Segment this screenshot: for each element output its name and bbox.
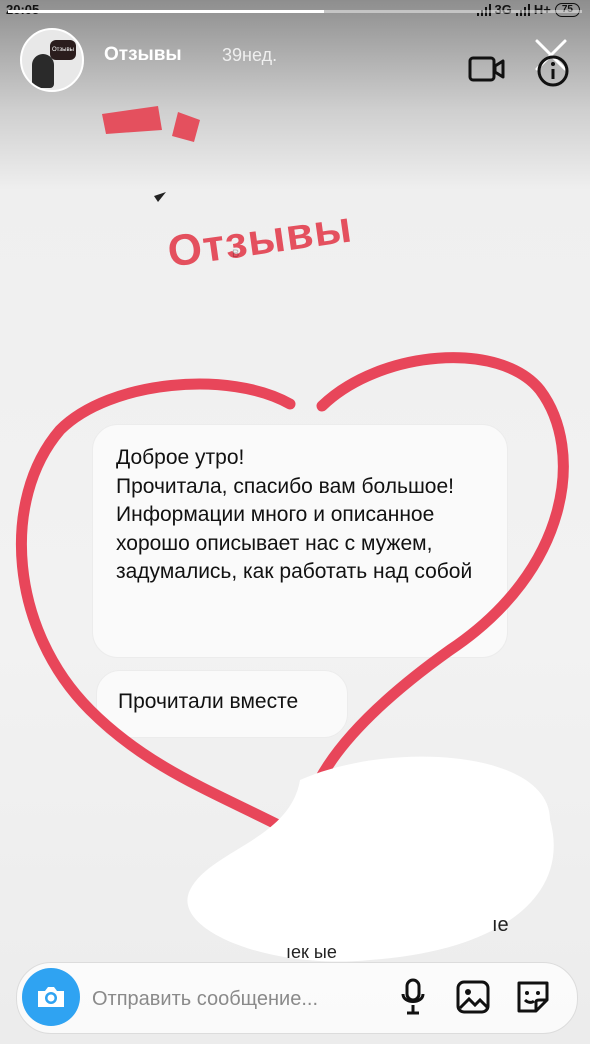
avatar-badge: Отзывы [50, 40, 76, 60]
account-name[interactable]: Отзывы [104, 44, 182, 66]
story-progress-fill [8, 10, 324, 13]
story-progress-bar [8, 10, 582, 13]
post-age: 39нед. [222, 45, 278, 65]
faded-text: В [232, 248, 240, 260]
avatar[interactable]: Отзывы [20, 28, 84, 92]
message-input[interactable] [92, 986, 382, 1012]
info-icon[interactable] [536, 54, 570, 88]
story-header: Отзывы Отзывы 39нед. [0, 24, 590, 94]
gallery-icon[interactable] [456, 980, 490, 1014]
camera-button[interactable] [22, 968, 80, 1026]
partial-text-1: ıe [492, 914, 509, 936]
sticker-icon[interactable] [514, 978, 552, 1016]
scribble-cover [187, 756, 554, 962]
avatar-figure [32, 54, 54, 88]
camera-icon [36, 985, 66, 1009]
decorative-red-marks [102, 106, 200, 202]
mic-icon[interactable] [400, 978, 426, 1016]
video-call-icon[interactable] [468, 56, 506, 82]
partial-text-2: ıек ые [286, 942, 337, 962]
